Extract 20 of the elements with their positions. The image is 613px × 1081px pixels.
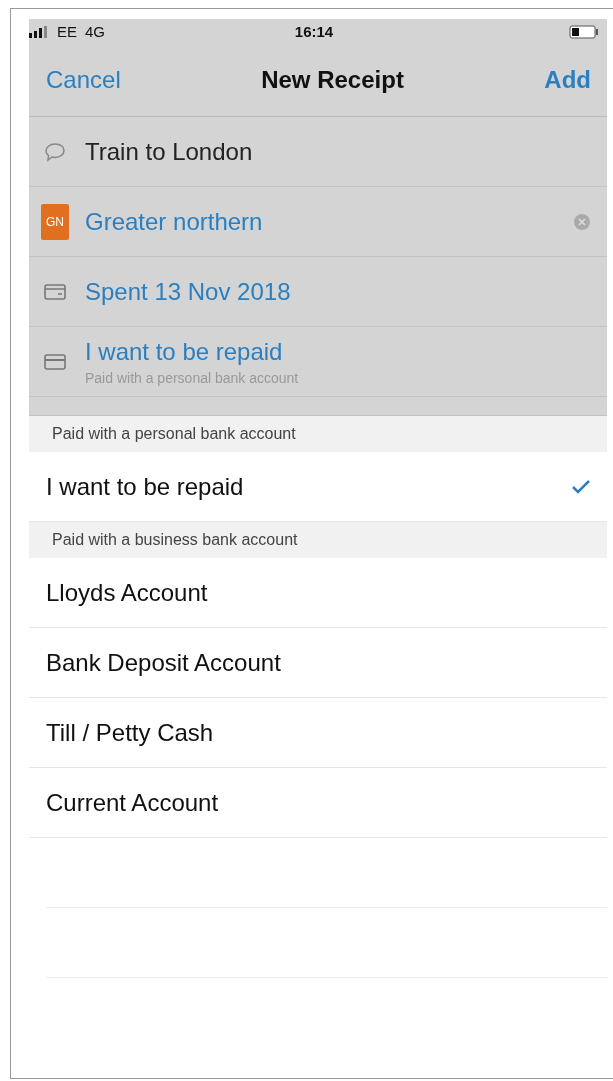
carrier-label: EE [57, 23, 77, 40]
description-text: Train to London [85, 137, 254, 166]
network-label: 4G [85, 23, 106, 40]
clear-icon[interactable] [573, 212, 591, 231]
account-option[interactable]: Bank Deposit Account [29, 628, 607, 698]
account-option[interactable]: Current Account [29, 768, 607, 838]
signal-icon [29, 25, 49, 38]
section-header: Paid with a business bank account [29, 522, 607, 558]
battery-icon [569, 24, 599, 39]
wallet-icon [44, 282, 66, 301]
status-time: 16:14 [294, 23, 334, 40]
screen-title: New Receipt [261, 66, 404, 94]
supplier-badge: GN [41, 203, 69, 240]
account-option[interactable]: Lloyds Account [29, 558, 607, 628]
account-option[interactable]: Till / Petty Cash [29, 698, 607, 768]
checkmark-icon [571, 478, 591, 495]
card-icon [44, 352, 66, 371]
section-header: Paid with a personal bank account [29, 416, 607, 452]
field-subtitle: Paid with a personal bank account [85, 369, 300, 386]
speech-bubble-icon [44, 141, 66, 162]
